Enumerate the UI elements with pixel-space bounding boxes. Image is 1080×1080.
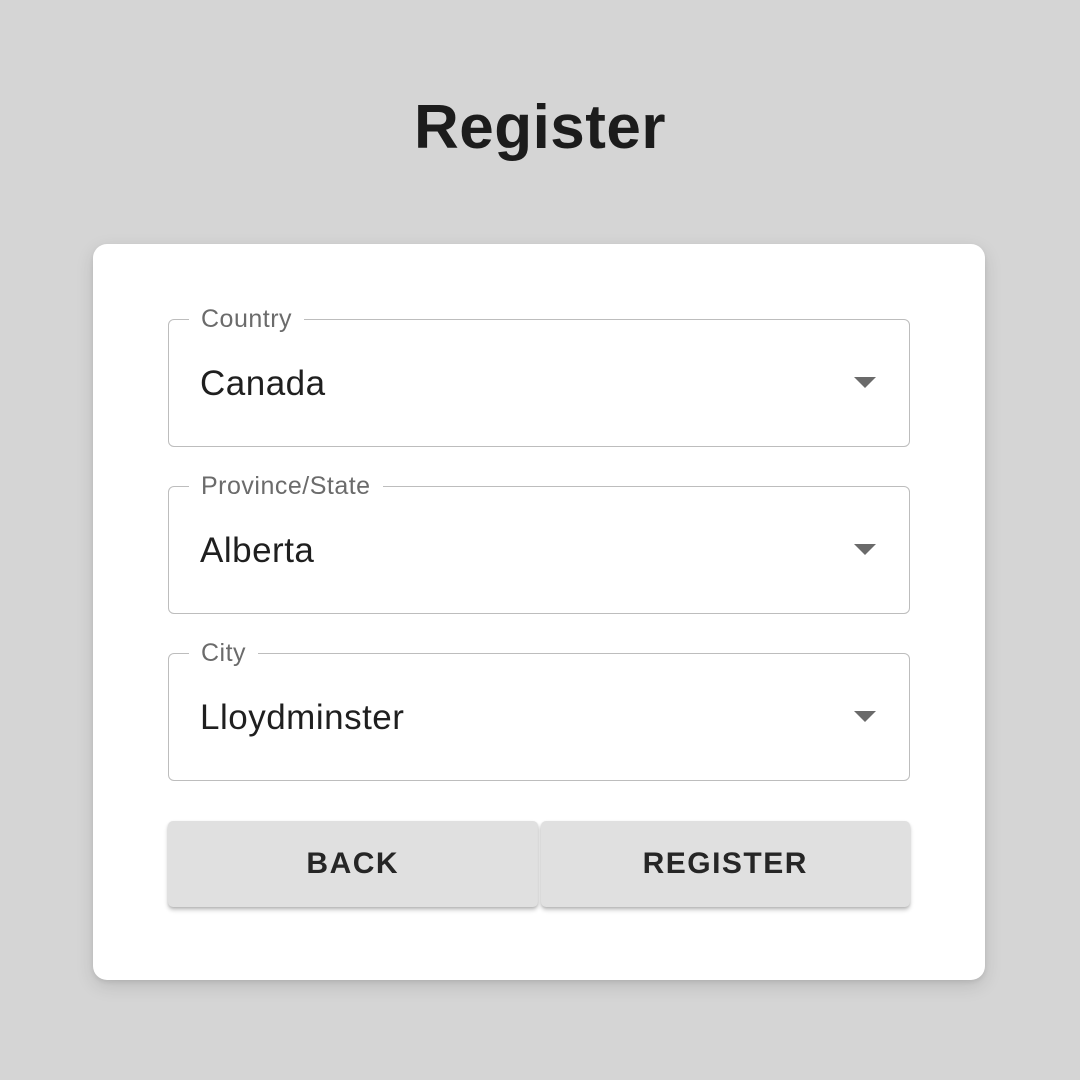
city-select[interactable]: City Lloydminster bbox=[168, 636, 910, 781]
back-button[interactable]: BACK bbox=[168, 821, 538, 907]
register-button[interactable]: REGISTER bbox=[540, 821, 910, 907]
province-state-value: Alberta bbox=[200, 531, 315, 570]
city-label: City bbox=[189, 636, 259, 670]
caret-down-icon[interactable] bbox=[854, 544, 876, 555]
page-title: Register bbox=[413, 93, 667, 162]
province-state-label: Province/State bbox=[189, 469, 383, 503]
country-label: Country bbox=[189, 302, 305, 336]
country-value: Canada bbox=[200, 364, 326, 403]
caret-down-icon[interactable] bbox=[854, 711, 876, 722]
register-card: Country Canada Province/State Alberta Ci… bbox=[93, 244, 985, 980]
province-state-select[interactable]: Province/State Alberta bbox=[168, 469, 910, 614]
city-value: Lloydminster bbox=[200, 698, 405, 737]
caret-down-icon[interactable] bbox=[854, 377, 876, 388]
button-group: BACK REGISTER bbox=[168, 821, 910, 907]
country-select[interactable]: Country Canada bbox=[168, 302, 910, 447]
